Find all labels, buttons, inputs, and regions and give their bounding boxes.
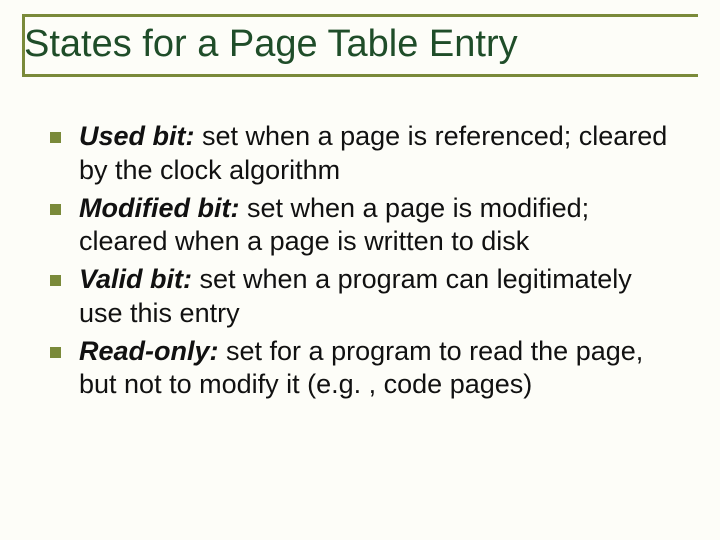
list-item: Used bit: set when a page is referenced;…	[50, 120, 680, 188]
page-title: States for a Page Table Entry	[24, 24, 698, 66]
term: Modified bit:	[79, 193, 239, 223]
list-item: Modified bit: set when a page is modifie…	[50, 192, 680, 260]
list-item-text: Valid bit: set when a program can legiti…	[79, 263, 680, 331]
term: Valid bit:	[79, 264, 192, 294]
square-bullet-icon	[50, 275, 61, 286]
list-item: Read-only: set for a program to read the…	[50, 335, 680, 403]
title-rule-bottom	[22, 74, 698, 77]
list-item-text: Read-only: set for a program to read the…	[79, 335, 680, 403]
body-list: Used bit: set when a page is referenced;…	[50, 120, 680, 406]
term: Read-only:	[79, 336, 219, 366]
square-bullet-icon	[50, 347, 61, 358]
title-rule-left	[22, 14, 25, 74]
list-item-text: Used bit: set when a page is referenced;…	[79, 120, 680, 188]
list-item: Valid bit: set when a program can legiti…	[50, 263, 680, 331]
square-bullet-icon	[50, 132, 61, 143]
slide: States for a Page Table Entry Used bit: …	[0, 0, 720, 540]
term: Used bit:	[79, 121, 195, 151]
title-rule-top	[22, 14, 698, 17]
list-item-text: Modified bit: set when a page is modifie…	[79, 192, 680, 260]
square-bullet-icon	[50, 204, 61, 215]
title-block: States for a Page Table Entry	[22, 14, 698, 77]
